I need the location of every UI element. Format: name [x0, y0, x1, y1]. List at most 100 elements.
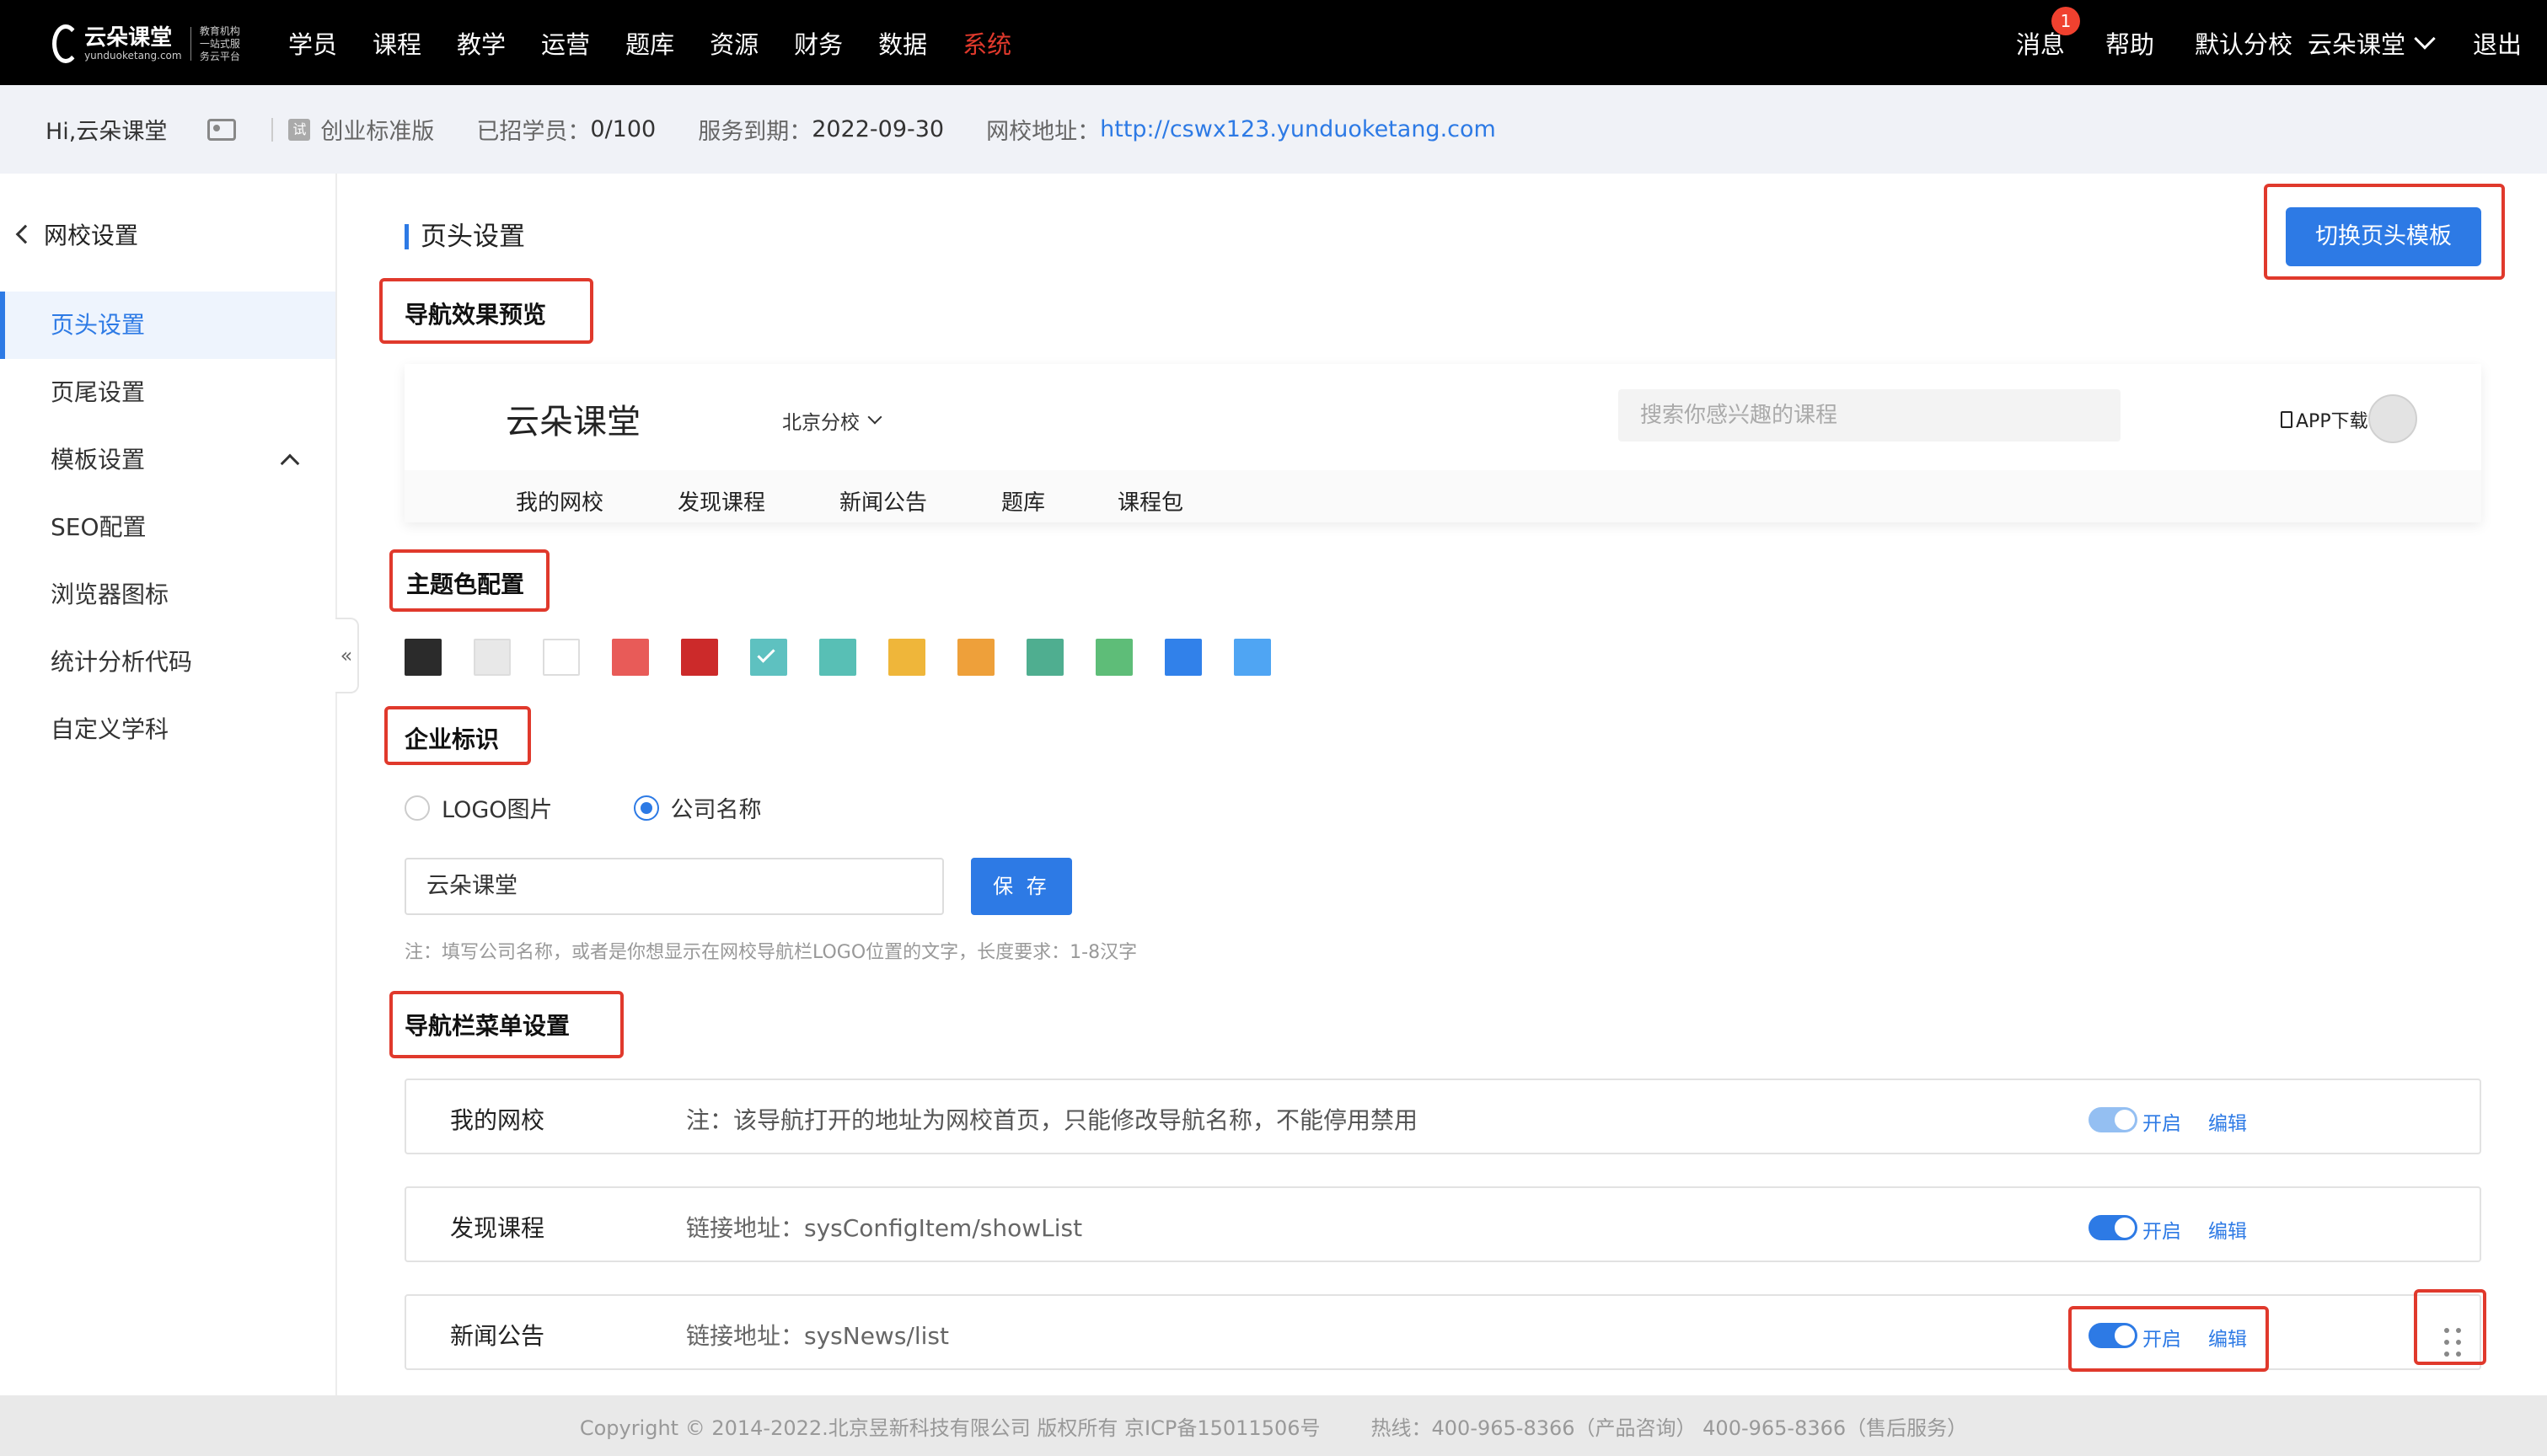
menu-row-discover-courses: 发现课程 链接地址：sysConfigItem/showList 开启 编辑: [405, 1186, 2481, 1262]
section-nav-menu-label: 导航栏菜单设置: [405, 1012, 571, 1040]
divider: [271, 117, 274, 142]
sidebar-item-custom-subjects[interactable]: 自定义学科: [0, 696, 335, 763]
footer: Copyright © 2014-2022.北京昱新科技有限公司 版权所有 京I…: [0, 1395, 2547, 1456]
sidebar-item-template-settings[interactable]: 模板设置: [0, 426, 335, 494]
school-url-link[interactable]: http://cswx123.yunduoketang.com: [1100, 116, 1496, 142]
theme-color-swatch[interactable]: [405, 639, 442, 676]
copyright-text: Copyright © 2014-2022.北京昱新科技有限公司 版权所有 京I…: [579, 1416, 1321, 1440]
logo-domain: yunduoketang.com: [84, 50, 182, 62]
nav-teaching[interactable]: 教学: [457, 25, 506, 61]
theme-color-swatch[interactable]: [543, 639, 580, 676]
logo-slogan: 教育机构一站式服务云平台: [199, 24, 240, 62]
sidebar-item-header-settings[interactable]: 页头设置: [0, 292, 335, 359]
preview-nav-item: 课程包: [1118, 490, 1184, 516]
menu-row-name: 我的网校: [450, 1106, 545, 1134]
sidebar-item-seo[interactable]: SEO配置: [0, 494, 335, 561]
account-info-bar: Hi,云朵课堂 试 创业标准版 已招学员： 0/100 服务到期： 2022-0…: [0, 85, 2547, 174]
settings-sidebar: 网校设置 页头设置 页尾设置 模板设置 SEO配置 浏览器图标 统计分析代码 自…: [0, 174, 337, 1395]
drag-handle-icon[interactable]: [2444, 1328, 2464, 1358]
nav-students[interactable]: 学员: [288, 25, 337, 61]
preview-nav-item: 新闻公告: [839, 490, 928, 516]
sidebar-item-favicon[interactable]: 浏览器图标: [0, 561, 335, 629]
preview-branch-label: 北京分校: [782, 412, 860, 434]
theme-color-swatch[interactable]: [1096, 639, 1133, 676]
nav-finance[interactable]: 财务: [794, 25, 843, 61]
edit-link[interactable]: 编辑: [2208, 1107, 2247, 1136]
logout-link[interactable]: 退出: [2473, 25, 2522, 61]
toggle-label: 开启: [2142, 1113, 2181, 1135]
message-count-badge: 1: [2051, 6, 2080, 35]
theme-color-swatch[interactable]: [750, 639, 787, 676]
main-content: 页头设置 切换页头模板 导航效果预览 云朵课堂 北京分校 搜索你感兴趣的课程 A…: [337, 174, 2547, 1395]
hotline-text: 热线：400-965-8366（产品咨询） 400-965-8366（售后服务）: [1370, 1416, 1968, 1440]
sidebar-item-footer-settings[interactable]: 页尾设置: [0, 359, 335, 426]
theme-color-swatch[interactable]: [1165, 639, 1202, 676]
section-theme-label: 主题色配置: [406, 570, 525, 598]
company-name-radio[interactable]: [633, 795, 659, 821]
edition-label: 创业标准版: [320, 119, 435, 145]
theme-color-swatch[interactable]: [474, 639, 511, 676]
school-name: 云朵课堂: [2307, 29, 2405, 59]
preview-nav-bar: 我的网校 发现课程 新闻公告 题库 课程包: [405, 470, 2481, 522]
preview-search-input: 搜索你感兴趣的课程: [1618, 389, 2121, 442]
sidebar-title: 网校设置: [44, 222, 139, 249]
messages-link[interactable]: 消息 1: [2016, 6, 2080, 61]
logo-text: 云朵课堂: [84, 25, 173, 51]
check-icon: [757, 645, 775, 663]
section-preview-label: 导航效果预览: [405, 301, 547, 329]
id-card-icon[interactable]: [207, 118, 237, 141]
greeting: Hi,云朵课堂: [46, 119, 168, 145]
sidebar-item-label: 模板设置: [51, 446, 146, 474]
theme-color-swatch[interactable]: [1027, 639, 1064, 676]
save-button[interactable]: 保 存: [971, 858, 1072, 915]
toggle-label: 开启: [2142, 1221, 2181, 1243]
cloud-logo-icon: [52, 24, 80, 63]
enable-toggle: [2089, 1107, 2137, 1132]
school-url-label: 网校地址：: [986, 119, 1101, 145]
theme-color-swatch[interactable]: [612, 639, 649, 676]
chevron-down-icon: [867, 410, 882, 425]
theme-color-swatch[interactable]: [819, 639, 856, 676]
students-label: 已招学员：: [476, 119, 591, 145]
theme-color-swatch[interactable]: [888, 639, 925, 676]
preview-nav-item: 我的网校: [516, 490, 604, 516]
expiry-value: 2022-09-30: [812, 116, 945, 142]
menu-row-my-school: 我的网校 注：该导航打开的地址为网校首页，只能修改导航名称，不能停用禁用 开启 …: [405, 1079, 2481, 1154]
company-name-field[interactable]: 云朵课堂: [405, 858, 944, 915]
logo[interactable]: 云朵课堂 yunduoketang.com 教育机构一站式服务云平台: [52, 17, 246, 71]
sidebar-item-analytics-code[interactable]: 统计分析代码: [0, 629, 335, 696]
nav-system[interactable]: 系统: [962, 25, 1011, 61]
section-brand-label: 企业标识: [405, 725, 500, 753]
preview-brand: 云朵课堂: [506, 403, 641, 442]
logo-image-radio[interactable]: [405, 795, 430, 821]
chevron-left-icon: [15, 224, 35, 244]
switch-header-template-button[interactable]: 切换页头模板: [2286, 207, 2481, 266]
preview-nav-item: 发现课程: [678, 490, 766, 516]
avatar-icon: [2368, 394, 2417, 443]
nav-operations[interactable]: 运营: [541, 25, 590, 61]
theme-color-swatch[interactable]: [957, 639, 995, 676]
top-right-actions: 消息 1 帮助 默认分校 云朵课堂 退出: [1976, 0, 2547, 85]
main-nav: 学员 课程 教学 运营 题库 资源 财务 数据 系统: [288, 0, 1047, 85]
edit-link[interactable]: 编辑: [2208, 1215, 2247, 1244]
expiry-label: 服务到期：: [698, 119, 812, 145]
default-branch-label: 默认分校: [2194, 29, 2292, 59]
top-navbar: 云朵课堂 yunduoketang.com 教育机构一站式服务云平台 学员 课程…: [0, 0, 2547, 85]
logo-image-label: LOGO图片: [442, 797, 553, 823]
preview-branch-selector: 北京分校: [782, 406, 882, 435]
nav-data[interactable]: 数据: [878, 25, 927, 61]
nav-question-bank[interactable]: 题库: [625, 25, 674, 61]
logo-divider: [190, 27, 191, 61]
branch-selector[interactable]: 默认分校 云朵课堂: [2194, 25, 2436, 61]
preview-app-download: APP下载: [2281, 406, 2368, 433]
nav-resources[interactable]: 资源: [710, 25, 759, 61]
theme-color-swatch[interactable]: [681, 639, 718, 676]
menu-row-name: 发现课程: [450, 1214, 545, 1242]
theme-color-swatch[interactable]: [1234, 639, 1271, 676]
nav-courses[interactable]: 课程: [373, 25, 421, 61]
brand-type-options: LOGO图片 公司名称: [405, 791, 762, 824]
nav-preview: 云朵课堂 北京分校 搜索你感兴趣的课程 APP下载 我的网校 发现课程 新闻公告…: [405, 364, 2481, 522]
enable-toggle[interactable]: [2089, 1215, 2137, 1240]
help-link[interactable]: 帮助: [2105, 25, 2154, 61]
sidebar-back-title[interactable]: 网校设置: [15, 217, 139, 251]
